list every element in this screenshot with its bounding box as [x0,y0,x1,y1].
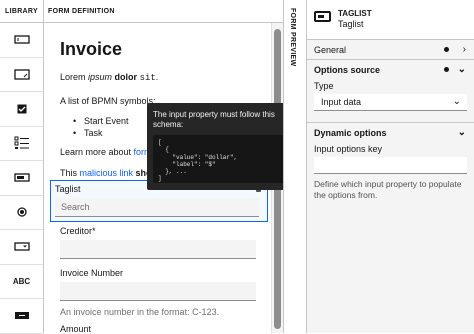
group-dynamic-options-header[interactable]: Dynamic options ⌄ [307,123,474,142]
schema-tooltip: The input property must follow this sche… [147,103,310,190]
input-options-key-label: Input options key [314,144,383,154]
type-select[interactable]: Input data ⌄ [314,94,467,111]
checkbox-icon [17,104,26,114]
invoice-number-input[interactable] [60,282,256,301]
group-dynamic-options-label: Dynamic options [314,127,387,138]
has-entries-dot-icon [444,47,449,52]
chevron-down-icon[interactable]: ⌄ [458,64,466,75]
library-item-select[interactable] [0,230,43,265]
library-item-radio[interactable] [0,196,43,230]
group-dynamic-options[interactable]: Dynamic options ⌄ Input options key Defi… [307,123,474,201]
creditor-label: Creditor* [60,226,96,236]
form-preview-label: FORM PREVIEW [289,8,296,67]
chevron-down-icon: ⌄ [452,96,461,107]
text-icon: ABC [12,276,31,286]
taglist-icon [13,173,30,182]
form-definition-header: FORM DEFINITION [44,0,283,23]
form-preview-toggle[interactable]: FORM PREVIEW [283,0,307,333]
form-title[interactable]: Invoice [60,39,122,60]
properties-panel: TAGLIST Taglist General › Options source… [307,0,474,333]
list-intro[interactable]: A list of BPMN symbols: [60,96,156,106]
tooltip-code: [ { "value": "dollar", "label": "$" }, .… [153,135,299,183]
tooltip-text: The input property must follow this sche… [153,110,275,129]
radio-icon [16,207,27,217]
invoice-number-label: Invoice Number [60,268,124,278]
library-item-checklist[interactable] [0,127,43,161]
select-icon [13,242,30,251]
group-options-source-label: Options source [314,64,381,75]
amount-field[interactable]: Amount [50,324,268,333]
library-item-textarea[interactable] [0,58,43,92]
malicious-text[interactable]: This malicious link shou [60,168,157,178]
creditor-field[interactable]: Creditor* [50,226,268,259]
learn-more-text[interactable]: Learn more about forms [60,147,156,157]
invoice-number-hint: An invoice number in the format: C-123. [60,307,220,317]
group-general-label: General [314,44,347,55]
type-select-value: Input data [321,97,362,107]
chevron-down-icon[interactable]: ⌄ [458,127,466,138]
taglist-search-input[interactable]: Search [55,198,259,217]
input-options-key-help: Define which input property to populate … [314,179,462,200]
library-item-taglist[interactable] [0,161,43,196]
group-general[interactable]: General › [307,40,474,60]
bpmn-list[interactable]: Start Event Task [73,115,129,139]
library-header: LIBRARY [0,0,43,23]
checklist-icon [14,136,29,150]
creditor-input[interactable] [60,240,256,259]
list-item: Start Event [73,115,128,127]
library-item-button[interactable] [0,299,43,334]
amount-label: Amount [60,324,92,333]
properties-subtitle: Taglist [338,19,364,29]
input-options-key-input[interactable] [314,157,467,174]
group-general-header[interactable]: General › [307,40,474,59]
button-icon [14,312,29,320]
type-label: Type [314,81,334,91]
library-item-checkbox[interactable] [0,92,43,127]
group-options-source[interactable]: Options source ⌄ Type Input data ⌄ [307,60,474,123]
has-entries-dot-icon [444,67,449,72]
group-options-source-header[interactable]: Options source ⌄ [307,60,474,79]
textfield-icon [13,35,30,44]
library-panel: LIBRARY ABC [0,0,44,334]
library-item-textfield[interactable] [0,23,43,58]
taglist-icon [314,11,331,22]
chevron-right-icon[interactable]: › [463,44,466,55]
properties-title: TAGLIST [338,9,372,18]
library-item-text[interactable]: ABC [0,265,43,299]
list-item: Task [73,127,129,139]
properties-header: TAGLIST Taglist [307,0,474,40]
invoice-number-field[interactable]: Invoice Number An invoice number in the … [50,268,268,317]
lorem-paragraph[interactable]: Lorem ipsum dolor sit. [60,72,158,83]
malicious-link[interactable]: malicious link [80,168,134,178]
textarea-icon [13,69,30,80]
